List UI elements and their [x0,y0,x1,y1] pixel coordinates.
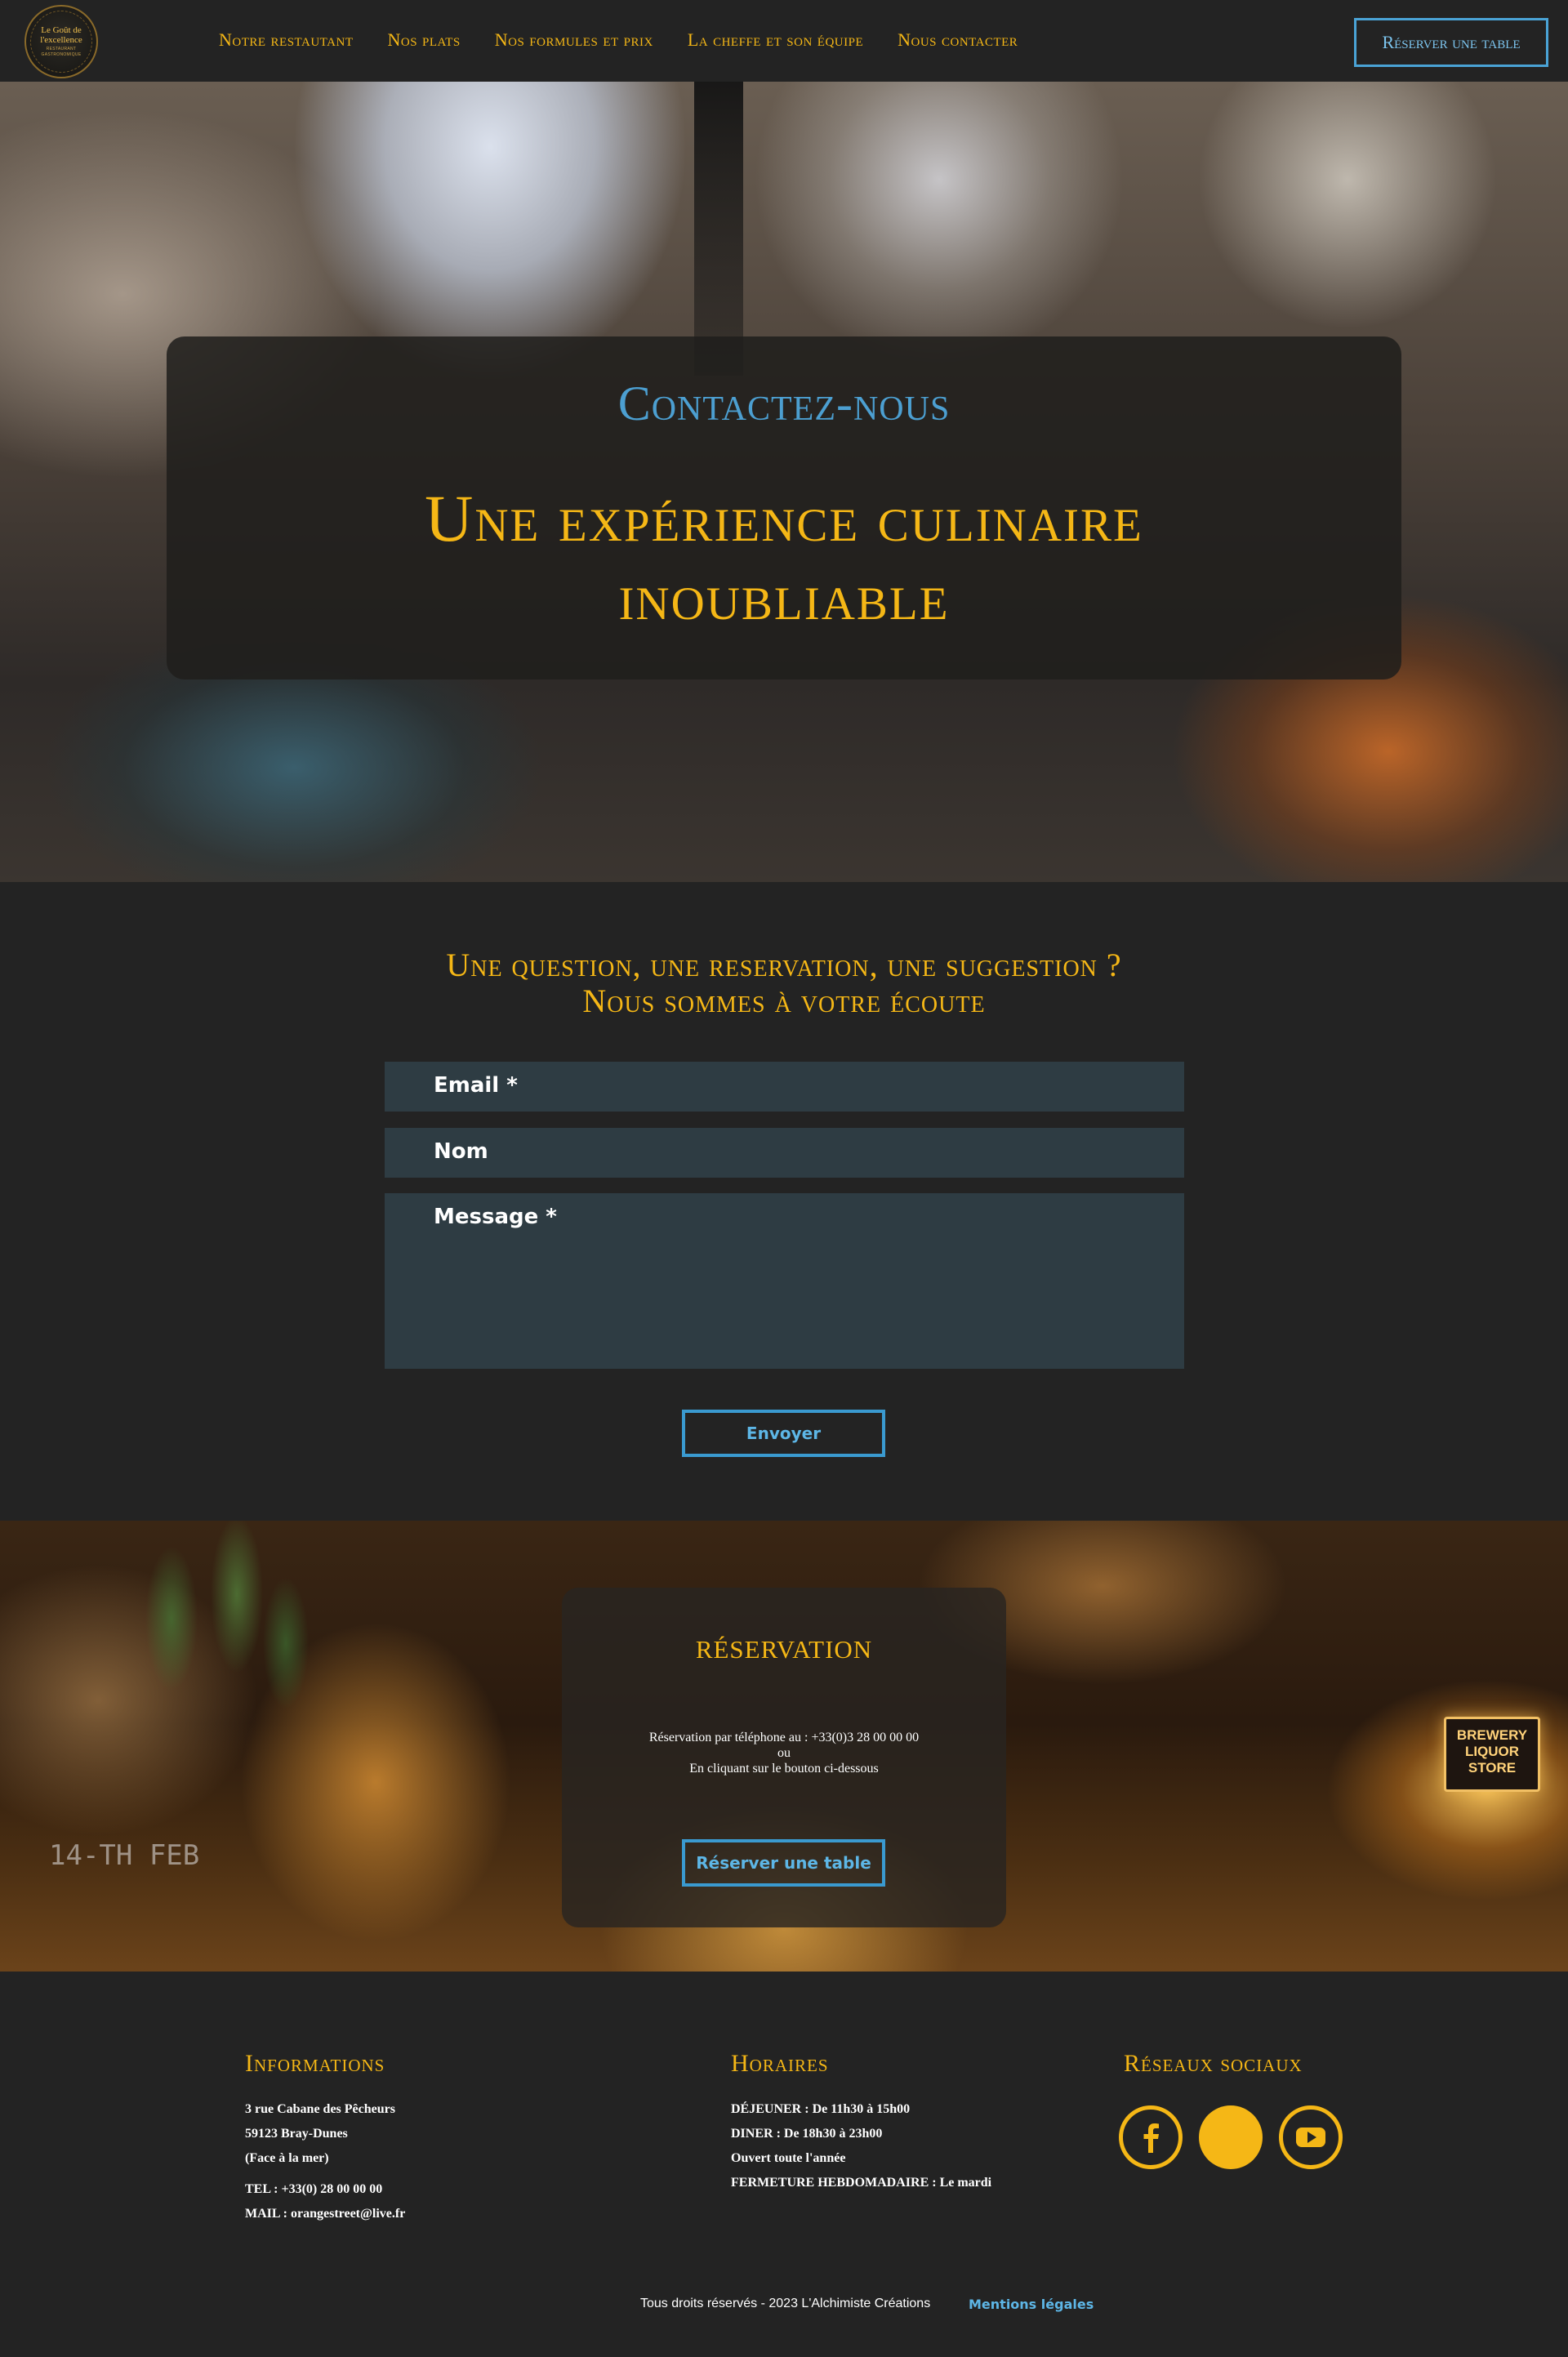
nav-links: Notre restautant Nos plats Nos formules … [219,29,1018,51]
email-field[interactable]: Email * [385,1062,1184,1112]
reservation-or: ou [777,1746,791,1760]
send-button[interactable]: Envoyer [682,1410,885,1457]
hero-title: Une expérience culinaire inoubliable [425,481,1143,634]
footer-address-line3: (Face à la mer) [245,2151,329,2165]
reservation-title: réservation [695,1626,873,1666]
hero-banner: Contactez-nous Une expérience culinaire … [0,82,1568,882]
reservation-text: Réservation par téléphone au : +33(0)3 2… [562,1730,1006,1776]
footer-social: Réseaux sociaux [1124,2050,1303,2078]
name-field[interactable]: Nom [385,1128,1184,1178]
contact-heading-line2: Nous sommes à votre écoute [582,982,986,1019]
reservation-section: 14-TH FEB BREWERY LIQUOR STORE réservati… [0,1521,1568,1972]
reserve-table-nav-button[interactable]: Réserver une table [1354,18,1548,67]
facebook-icon[interactable] [1119,2105,1183,2169]
nav-link-plats[interactable]: Nos plats [387,29,460,51]
footer-info-title: Informations [245,2050,385,2077]
chalkboard-text: 14-TH FEB [49,1839,200,1872]
footer-social-title: Réseaux sociaux [1124,2050,1303,2077]
footer-weekly-closing: FERMETURE HEBDOMADAIRE : Le mardi [731,2176,992,2190]
youtube-icon[interactable] [1279,2105,1343,2169]
footer-mail[interactable]: MAIL : orangestreet@live.fr [245,2202,405,2226]
logo-line2: l'excellence [40,35,82,45]
social-icons [1119,2105,1343,2169]
plant-decoration [122,1521,318,1831]
footer-address-line2: 59123 Bray-Dunes [245,2127,348,2141]
nav-link-contact[interactable]: Nous contacter [898,29,1018,51]
nav-link-formules[interactable]: Nos formules et prix [495,29,653,51]
footer-lunch-hours: DÉJEUNER : De 11h30 à 15h00 [731,2102,911,2116]
legal-notice-link[interactable]: Mentions légales [969,2297,1094,2312]
footer-horaires: Horaires DÉJEUNER : De 11h30 à 15h00 DIN… [731,2050,991,2195]
reservation-button-hint: En cliquant sur le bouton ci-dessous [689,1762,879,1776]
footer-dinner-hours: DINER : De 18h30 à 23h00 [731,2127,883,2141]
instagram-icon[interactable] [1199,2105,1263,2169]
liquor-store-sign: BREWERY LIQUOR STORE [1444,1717,1540,1792]
restaurant-logo[interactable]: Le Goût de l'excellence RESTAURANT GASTR… [24,5,98,78]
reservation-phone-line: Réservation par téléphone au : +33(0)3 2… [648,1731,920,1744]
footer-hours-title: Horaires [731,2050,829,2077]
contact-heading-line1: Une question, une reservation, une sugge… [446,947,1122,983]
footer-tel: TEL : +33(0) 28 00 00 00 [245,2182,383,2196]
hero-kicker: Contactez-nous [617,376,951,430]
hero-background-shape [694,82,743,376]
copyright-text: Tous droits réservés - 2023 L'Alchimiste… [640,2297,931,2310]
reservation-card: réservation Réservation par téléphone au… [562,1588,1006,1927]
logo-line1: Le Goût de [41,25,82,35]
footer-address-line1: 3 rue Cabane des Pêcheurs [245,2102,395,2116]
message-field[interactable]: Message * [385,1193,1184,1369]
contact-heading: Une question, une reservation, une sugge… [245,947,1323,1019]
reserve-table-button[interactable]: Réserver une table [682,1839,885,1887]
footer-informations: Informations 3 rue Cabane des Pêcheurs 5… [245,2050,405,2226]
footer-open-year: Ouvert toute l'année [731,2151,846,2165]
nav-link-restaurant[interactable]: Notre restautant [219,29,353,51]
top-navbar: Le Goût de l'excellence RESTAURANT GASTR… [0,0,1568,82]
logo-tagline: RESTAURANT GASTRONOMIQUE [41,47,82,57]
hero-overlay-card: Contactez-nous Une expérience culinaire … [167,336,1401,679]
nav-link-cheffe[interactable]: La cheffe et son équipe [688,29,863,51]
